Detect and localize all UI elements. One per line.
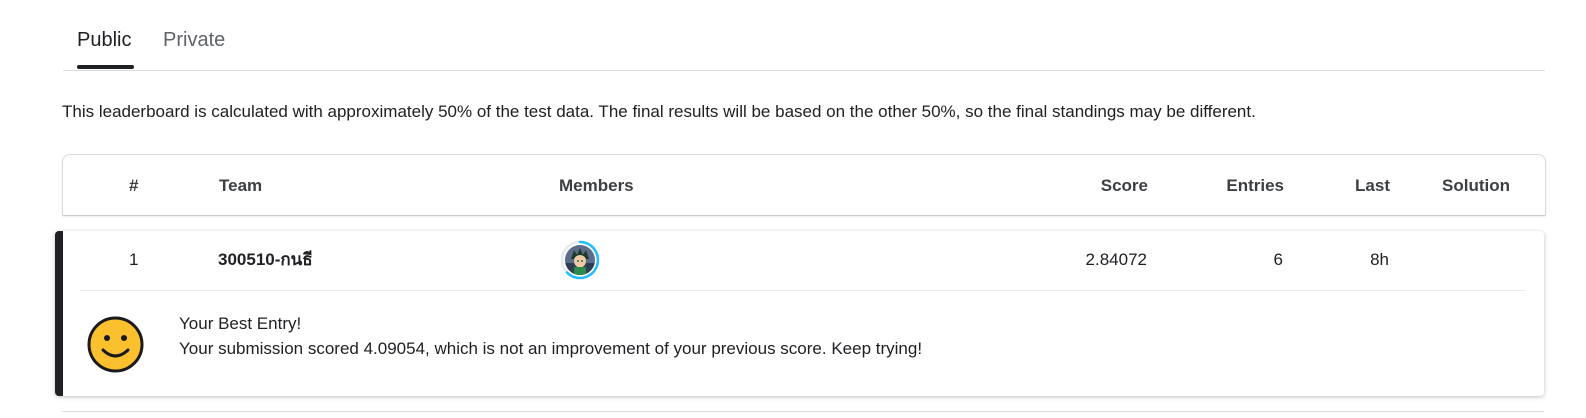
leaderboard-page: Public Private This leaderboard is calcu…	[0, 0, 1586, 418]
score-cell: 2.84072	[1085, 250, 1147, 269]
user-avatar-icon	[565, 245, 595, 275]
active-tab-indicator	[77, 65, 134, 69]
leaderboard-tabs: Public Private	[63, 0, 1545, 71]
best-entry-title: Your Best Entry!	[179, 314, 302, 333]
table-bottom-divider	[62, 411, 1544, 412]
rank-cell: 1	[129, 250, 139, 269]
row-divider	[80, 290, 1525, 291]
smiley-face-icon	[87, 316, 144, 373]
team-name-link[interactable]: 300510-กนธี	[218, 249, 313, 271]
member-avatar[interactable]	[559, 239, 601, 281]
column-header-score[interactable]: Score	[1101, 175, 1148, 197]
tab-private[interactable]: Private	[163, 27, 225, 53]
table-header: # Team Members Score Entries Last Soluti…	[62, 154, 1546, 216]
leaderboard-notice: This leaderboard is calculated with appr…	[62, 102, 1256, 121]
column-header-members[interactable]: Members	[559, 175, 634, 197]
last-submission-cell: 8h	[1370, 250, 1389, 269]
column-header-team[interactable]: Team	[219, 175, 262, 197]
column-header-entries[interactable]: Entries	[1226, 175, 1284, 197]
best-entry-message: Your submission scored 4.09054, which is…	[179, 339, 923, 358]
column-header-last[interactable]: Last	[1355, 175, 1390, 197]
table-row[interactable]: 1 300510-กนธี 2.84072 6 8h Your Best Ent…	[55, 231, 1544, 396]
entries-cell: 6	[1273, 250, 1283, 269]
tab-public[interactable]: Public	[77, 27, 131, 53]
column-header-solution[interactable]: Solution	[1442, 175, 1510, 197]
column-header-rank[interactable]: #	[129, 175, 138, 197]
